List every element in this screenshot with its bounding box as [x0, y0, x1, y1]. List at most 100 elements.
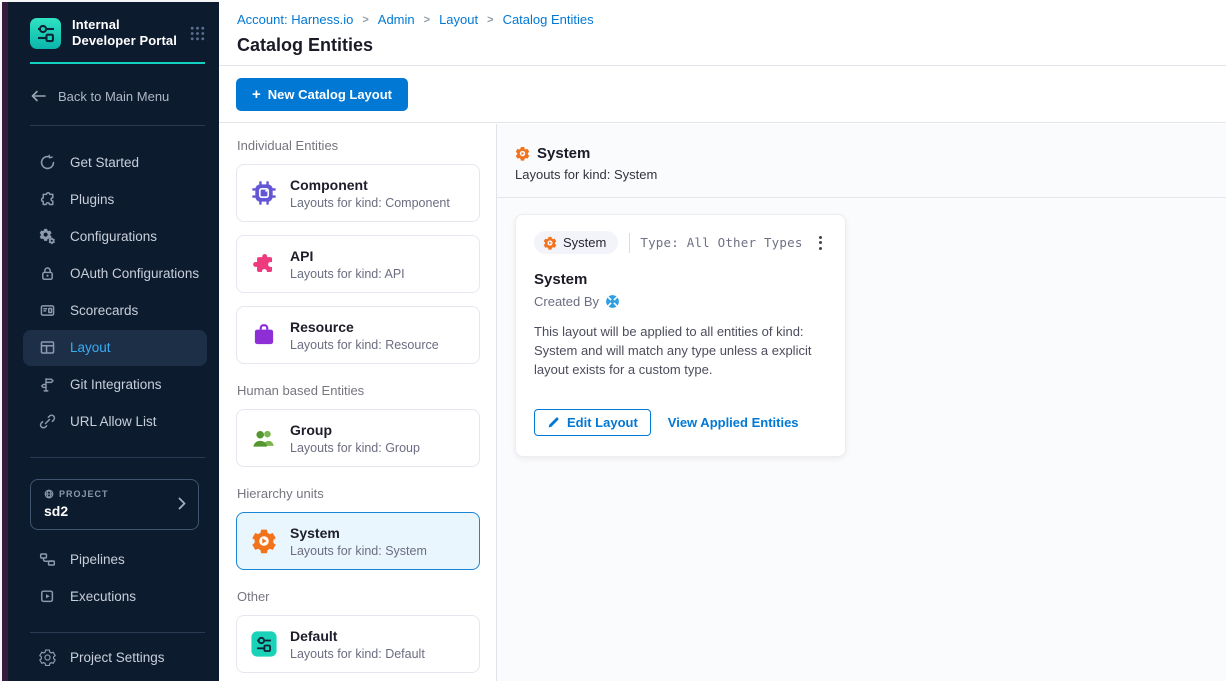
breadcrumb-layout[interactable]: Layout: [439, 12, 478, 27]
view-applied-entities-link[interactable]: View Applied Entities: [668, 415, 799, 430]
entity-kind: Layouts for kind: API: [290, 267, 405, 281]
main-area: Account: Harness.io > Admin > Layout > C…: [219, 0, 1226, 681]
sidebar-item-pipelines[interactable]: Pipelines: [23, 542, 207, 578]
api-icon: [251, 251, 277, 277]
project-icon: [44, 489, 54, 499]
breadcrumb-separator: >: [362, 14, 368, 26]
project-meta: PROJECT sd2: [44, 489, 178, 519]
sidebar-item-configurations[interactable]: Configurations: [23, 219, 207, 255]
kind-chip: System: [534, 231, 618, 254]
entity-kind: Layouts for kind: Group: [290, 441, 420, 455]
configurations-icon: [38, 228, 56, 246]
gear-icon: [38, 649, 56, 667]
entity-card-system[interactable]: System Layouts for kind: System: [236, 512, 480, 570]
divider: [629, 233, 630, 253]
page-title: Catalog Entities: [237, 35, 1226, 56]
entity-card-default[interactable]: Default Layouts for kind: Default: [236, 615, 480, 673]
link-icon: [38, 413, 56, 431]
breadcrumb: Account: Harness.io > Admin > Layout > C…: [237, 12, 1226, 27]
entity-kind: Layouts for kind: Default: [290, 647, 425, 661]
project-selector[interactable]: PROJECT sd2: [30, 479, 199, 530]
detail-title: System: [537, 145, 590, 162]
scorecards-icon: [38, 302, 56, 320]
breadcrumb-separator: >: [487, 14, 493, 26]
page-header: Account: Harness.io > Admin > Layout > C…: [219, 0, 1226, 66]
harness-logo-icon: [605, 294, 620, 309]
new-catalog-layout-label: New Catalog Layout: [268, 87, 392, 102]
entity-name: Resource: [290, 319, 439, 335]
sidebar: Internal Developer Portal Back to Main M…: [8, 2, 219, 681]
project-name: sd2: [44, 503, 178, 519]
divider: [30, 457, 205, 458]
pipelines-icon: [38, 551, 56, 569]
toolbar: + New Catalog Layout: [219, 66, 1226, 123]
detail-subtitle: Layouts for kind: System: [515, 167, 1226, 182]
edit-layout-button[interactable]: Edit Layout: [534, 409, 651, 436]
sidebar-item-git-integrations[interactable]: Git Integrations: [23, 367, 207, 403]
pencil-icon: [547, 416, 560, 429]
entity-name: API: [290, 248, 405, 264]
breadcrumb-catalog-entities[interactable]: Catalog Entities: [503, 12, 594, 27]
created-by-label: Created By: [534, 294, 599, 309]
entity-kind: Layouts for kind: Component: [290, 196, 450, 210]
entity-card-resource[interactable]: Resource Layouts for kind: Resource: [236, 306, 480, 364]
sidebar-item-get-started[interactable]: Get Started: [23, 145, 207, 181]
divider: [30, 632, 205, 633]
sidebar-item-plugins[interactable]: Plugins: [23, 182, 207, 218]
section-label-human: Human based Entities: [237, 383, 480, 398]
sidebar-item-project-settings[interactable]: Project Settings: [23, 640, 207, 676]
admin-nav: Get Started Plugins Configurations: [8, 145, 219, 440]
breadcrumb-account[interactable]: Account: Harness.io: [237, 12, 353, 27]
idp-logo-icon: [30, 18, 61, 49]
entity-kind: Layouts for kind: Resource: [290, 338, 439, 352]
chevron-right-icon: [178, 497, 186, 510]
entity-name: Default: [290, 628, 425, 644]
sidebar-item-label: URL Allow List: [70, 414, 157, 429]
sidebar-item-layout[interactable]: Layout: [23, 330, 207, 366]
divider: [30, 125, 205, 126]
sidebar-item-url-allow-list[interactable]: URL Allow List: [23, 404, 207, 440]
sidebar-item-scorecards[interactable]: Scorecards: [23, 293, 207, 329]
detail-header: System Layouts for kind: System: [497, 124, 1226, 198]
sidebar-item-label: OAuth Configurations: [70, 266, 199, 281]
layout-description: This layout will be applied to all entit…: [534, 323, 827, 380]
git-integrations-icon: [38, 376, 56, 394]
edit-layout-label: Edit Layout: [567, 415, 638, 430]
sidebar-item-label: Plugins: [70, 192, 114, 207]
sidebar-item-label: Configurations: [70, 229, 157, 244]
system-gear-icon: [543, 236, 557, 250]
sidebar-item-label: Layout: [70, 340, 111, 355]
type-label: Type: All Other Types: [640, 235, 802, 250]
plugins-icon: [38, 191, 56, 209]
group-icon: [251, 425, 277, 451]
sidebar-item-label: Pipelines: [70, 552, 125, 567]
new-catalog-layout-button[interactable]: + New Catalog Layout: [236, 78, 408, 111]
entity-kind: Layouts for kind: System: [290, 544, 427, 558]
back-label: Back to Main Menu: [58, 89, 169, 104]
sidebar-item-oauth-configurations[interactable]: OAuth Configurations: [23, 256, 207, 292]
breadcrumb-admin[interactable]: Admin: [378, 12, 415, 27]
project-eyebrow-label: PROJECT: [59, 489, 109, 499]
entity-card-group[interactable]: Group Layouts for kind: Group: [236, 409, 480, 467]
plus-icon: +: [252, 87, 261, 102]
app-title: Internal Developer Portal: [72, 17, 179, 50]
layout-name: System: [534, 271, 827, 288]
app-switcher-icon[interactable]: [190, 26, 205, 41]
sidebar-item-label: Git Integrations: [70, 377, 162, 392]
back-to-main-menu[interactable]: Back to Main Menu: [8, 89, 219, 104]
lock-icon: [38, 265, 56, 283]
app-header: Internal Developer Portal: [8, 2, 219, 50]
layout-icon: [38, 339, 56, 357]
entity-type-panel: Individual Entities Component Layout: [219, 124, 497, 681]
component-icon: [251, 180, 277, 206]
card-menu-kebab-icon[interactable]: [814, 233, 827, 253]
entity-card-component[interactable]: Component Layouts for kind: Component: [236, 164, 480, 222]
back-arrow-icon: [30, 89, 47, 103]
layout-detail-panel: System Layouts for kind: System System: [497, 124, 1226, 681]
resource-icon: [251, 322, 277, 348]
sidebar-item-executions[interactable]: Executions: [23, 579, 207, 615]
settings-nav: Project Settings: [8, 640, 219, 676]
content: Individual Entities Component Layout: [219, 124, 1226, 681]
entity-card-api[interactable]: API Layouts for kind: API: [236, 235, 480, 293]
sidebar-item-label: Project Settings: [70, 650, 165, 665]
